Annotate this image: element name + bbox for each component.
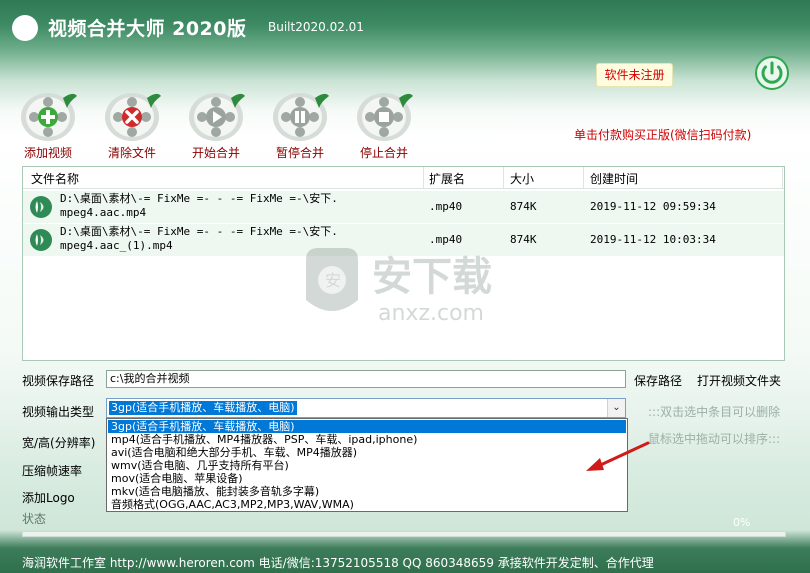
column-header-ext[interactable]: 扩展名: [429, 170, 465, 187]
clear-files-label: 清除文件: [107, 146, 156, 160]
watermark-logo: 安 安下载 anxz.com: [306, 248, 492, 326]
stop-icon: [357, 93, 413, 141]
pause-merge-label: 暂停合并: [275, 146, 324, 160]
progress-bar: [22, 531, 786, 537]
pause-icon: [273, 93, 329, 141]
open-folder-button[interactable]: 打开视频文件夹: [697, 372, 781, 389]
output-type-select[interactable]: 3gp(适合手机播放、车载播放、电脑) ⌄: [106, 398, 626, 418]
column-header-created[interactable]: 创建时间: [590, 170, 638, 187]
save-path-label: 视频保存路径: [22, 374, 95, 388]
column-divider: [503, 167, 504, 189]
clear-icon: [105, 93, 161, 141]
dropdown-option[interactable]: mp4(适合手机播放、MP4播放器、PSP、车载、ipad,iphone): [108, 433, 626, 446]
chevron-down-icon[interactable]: ⌄: [607, 399, 625, 417]
status-label: 状态: [22, 512, 47, 526]
add-video-button[interactable]: 添加视频: [13, 88, 83, 161]
stop-merge-label: 停止合并: [359, 146, 408, 160]
watermark-text: 安下载: [372, 254, 492, 300]
file-created: 2019-11-12 09:59:34: [590, 200, 716, 213]
output-type-label: 视频输出类型: [22, 405, 95, 419]
column-header-name[interactable]: 文件名称: [31, 170, 79, 187]
add-logo-label: 添加Logo: [22, 491, 75, 505]
dropdown-option[interactable]: 3gp(适合手机播放、车载播放、电脑): [108, 420, 626, 433]
app-logo: [12, 15, 38, 41]
video-file-icon: [30, 196, 52, 218]
clear-files-button[interactable]: 清除文件: [97, 88, 167, 161]
dropdown-option[interactable]: wmv(适合电脑、几乎支持所有平台): [108, 459, 626, 472]
output-type-dropdown[interactable]: 3gp(适合手机播放、车载播放、电脑) mp4(适合手机播放、MP4播放器、PS…: [106, 418, 628, 512]
save-path-input[interactable]: c:\我的合并视频: [106, 370, 626, 388]
file-name: D:\桌面\素材\-= FixMe =- - -= FixMe =-\安下. m…: [60, 192, 338, 219]
play-icon: [189, 93, 245, 141]
build-version: Built2020.02.01: [268, 20, 364, 34]
dropdown-option[interactable]: mov(适合电脑、苹果设备): [108, 472, 626, 485]
resolution-label: 宽/高(分辨率): [22, 436, 96, 450]
hint-drag-sort: 鼠标选中拖动可以排序:::: [648, 432, 781, 446]
add-video-label: 添加视频: [23, 146, 72, 160]
video-file-icon: [30, 229, 52, 251]
file-created: 2019-11-12 10:03:34: [590, 233, 716, 246]
table-header: 文件名称 扩展名 大小 创建时间: [23, 167, 784, 189]
file-size: 874K: [510, 200, 537, 213]
watermark-domain: anxz.com: [378, 301, 484, 326]
add-icon: [21, 93, 77, 141]
svg-text:安: 安: [325, 271, 341, 290]
dropdown-option[interactable]: avi(适合电脑和绝大部分手机、车载、MP4播放器): [108, 446, 626, 459]
framerate-label: 压缩帧速率: [22, 464, 83, 478]
table-row[interactable]: D:\桌面\素材\-= FixMe =- - -= FixMe =-\安下. m…: [23, 191, 784, 223]
column-divider: [583, 167, 584, 189]
progress-percent: 0%: [733, 516, 751, 529]
dropdown-option[interactable]: 音频格式(OGG,AAC,AC3,MP2,MP3,WAV,WMA): [108, 498, 626, 511]
start-merge-button[interactable]: 开始合并: [181, 88, 251, 161]
annotation-arrow: [586, 441, 650, 471]
app-title: 视频合并大师 2020版: [48, 18, 247, 40]
column-divider: [423, 167, 424, 189]
column-header-size[interactable]: 大小: [510, 170, 534, 187]
registration-status-button[interactable]: 软件未注册: [596, 63, 673, 87]
power-icon[interactable]: [754, 55, 790, 91]
output-type-selected: 3gp(适合手机播放、车载播放、电脑): [109, 401, 297, 415]
stop-merge-button[interactable]: 停止合并: [349, 88, 419, 161]
save-path-button[interactable]: 保存路径: [634, 372, 682, 389]
pause-merge-button[interactable]: 暂停合并: [265, 88, 335, 161]
file-extension: .mp40: [429, 200, 463, 213]
buy-license-link[interactable]: 单击付款购买正版(微信扫码付款): [574, 126, 751, 143]
column-divider: [782, 167, 783, 189]
dropdown-option[interactable]: mkv(适合电脑播放、能封装多音轨多字幕): [108, 485, 626, 498]
hint-double-click-remove: :::双击选中条目可以删除: [648, 405, 781, 419]
footer-info: 海润软件工作室 http://www.heroren.com 电话/微信:137…: [22, 556, 654, 570]
start-merge-label: 开始合并: [191, 146, 240, 160]
